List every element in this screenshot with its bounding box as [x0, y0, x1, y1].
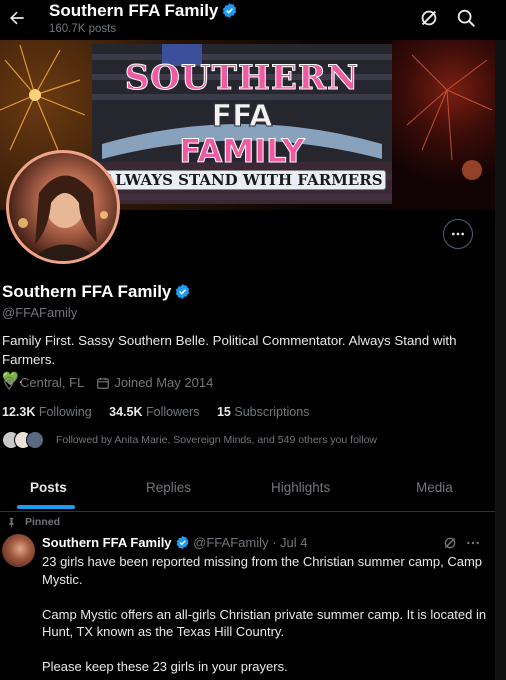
- post-paragraph: Camp Mystic offers an all-girls Christia…: [42, 606, 487, 640]
- profile-joined: Joined May 2014: [114, 375, 214, 390]
- post-meta: @FFAFamily · Jul 4: [193, 535, 308, 550]
- subscriptions-label: Subscriptions: [234, 405, 310, 419]
- verified-icon: [176, 535, 188, 550]
- profile-meta: Central, FL Joined May 2014: [2, 375, 213, 390]
- avatar-portrait-graphic: [18, 175, 108, 261]
- profile-name-text: Southern FFA Family: [2, 282, 172, 301]
- following-link[interactable]: 12.3K Following: [2, 405, 92, 419]
- banner-title-line3: FAMILY: [179, 132, 305, 171]
- banner-slogan: ALWAYS STAND WITH FARMERS: [100, 170, 386, 190]
- profile-handle: @FFAFamily: [2, 305, 78, 320]
- post-paragraph: Please keep these 23 girls in your praye…: [42, 659, 288, 674]
- header-name: Southern FFA Family: [49, 1, 219, 20]
- active-tab-indicator: [17, 505, 75, 509]
- verified-icon: [223, 3, 237, 18]
- banner-logo-art: SOUTHERN FFA FAMILY ALWAYS STAND WITH FA…: [92, 44, 392, 204]
- profile-tabs: Posts Replies Highlights Media: [0, 466, 495, 512]
- location-icon: [4, 376, 14, 390]
- verified-icon: [176, 284, 190, 299]
- grok-icon[interactable]: [442, 535, 458, 551]
- followed-by-row[interactable]: Followed by Anita Marie, Sovereign Minds…: [2, 430, 377, 450]
- tab-highlights[interactable]: Highlights: [271, 480, 330, 495]
- profile-more-button[interactable]: [443, 219, 473, 249]
- profile-stats: 12.3K Following 34.5K Followers 15 Subsc…: [2, 405, 309, 419]
- calendar-icon: [97, 377, 110, 389]
- subscriptions-count: 15: [216, 405, 231, 419]
- post-header: Southern FFA Family @FFAFamily · Jul 4: [42, 535, 307, 550]
- followers-label: Followers: [145, 405, 200, 419]
- profile-name: Southern FFA Family: [2, 282, 191, 302]
- header-title: Southern FFA Family: [49, 1, 238, 21]
- following-count: 12.3K: [2, 405, 36, 419]
- post-paragraph: 23 girls have been reported missing from…: [42, 554, 483, 587]
- banner-title-line2: FFA: [211, 99, 273, 135]
- pin-icon: [9, 517, 14, 528]
- profile-location: Central, FL: [20, 375, 85, 390]
- post-more-icon[interactable]: [465, 535, 481, 551]
- search-icon[interactable]: [455, 7, 477, 29]
- tab-posts[interactable]: Posts: [30, 480, 67, 495]
- followed-by-text: Followed by Anita Marie, Sovereign Minds…: [56, 434, 378, 446]
- header-post-count: 160.7K posts: [49, 23, 117, 35]
- followers-count: 34.5K: [109, 405, 143, 419]
- followers-link[interactable]: 34.5K Followers: [109, 405, 199, 419]
- back-arrow-icon[interactable]: [6, 8, 28, 28]
- banner-title-line1: SOUTHERN: [124, 58, 360, 99]
- post-author-avatar[interactable]: [2, 534, 35, 567]
- page-scrollbar[interactable]: [495, 0, 506, 680]
- profile-avatar[interactable]: [6, 150, 120, 264]
- top-bar: Southern FFA Family 160.7K posts: [0, 0, 506, 40]
- subscriptions-link[interactable]: 15 Subscriptions: [217, 405, 309, 419]
- grok-icon[interactable]: [418, 7, 440, 29]
- pinned-label: Pinned: [9, 516, 61, 528]
- following-label: Following: [38, 405, 92, 419]
- more-icon: [452, 232, 464, 236]
- tab-replies[interactable]: Replies: [146, 480, 191, 495]
- bio-text: Family First. Sassy Southern Belle. Poli…: [2, 333, 457, 367]
- tab-media[interactable]: Media: [416, 480, 453, 495]
- fireworks-right-graphic: [392, 40, 495, 210]
- post-body[interactable]: 23 girls have been reported missing from…: [42, 553, 487, 676]
- pinned-text: Pinned: [25, 516, 61, 528]
- post-author-name[interactable]: Southern FFA Family: [42, 535, 172, 550]
- follower-avatar: [26, 431, 44, 449]
